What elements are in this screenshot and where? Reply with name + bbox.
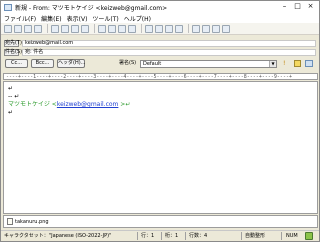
bcc-button[interactable]: Bcc... <box>31 59 54 68</box>
options-icon[interactable] <box>222 24 230 33</box>
status-divider <box>281 232 282 240</box>
status-num: NUM <box>286 233 298 239</box>
close-button[interactable]: × <box>304 2 317 11</box>
address-book-icon[interactable] <box>34 24 42 33</box>
attachment-list: takanuru.png <box>3 215 318 228</box>
send-icon[interactable] <box>4 24 12 33</box>
menu-file[interactable]: ファイル(F) <box>4 14 36 23</box>
message-body[interactable]: ↵ -- ↵ マツモトケイジ <keizweb@gmail.com >↵ ↵ <box>3 81 318 214</box>
header-button[interactable]: ヘッダ(H)... <box>57 59 85 68</box>
align-center-icon[interactable] <box>155 24 163 33</box>
body-line: ↵ <box>8 109 14 116</box>
cc-button[interactable]: Cc... <box>5 59 28 68</box>
status-wrap: 自動整形 <box>245 233 266 239</box>
minimize-button[interactable]: – <box>278 2 291 11</box>
receipt-icon[interactable] <box>305 60 313 67</box>
key-icon[interactable] <box>294 60 301 67</box>
subject-field[interactable]: 宛: 件名 <box>22 48 316 56</box>
image-file-icon <box>7 218 13 225</box>
chevron-down-icon[interactable]: ▼ <box>269 61 276 67</box>
save-icon[interactable] <box>14 24 22 33</box>
signature-email-link[interactable]: keizweb@gmail.com <box>57 101 119 108</box>
align-left-icon[interactable] <box>145 24 153 33</box>
signature-value: Default <box>143 61 162 67</box>
signature-line: マツモトケイジ <keizweb@gmail.com >↵ <box>8 101 130 108</box>
ruler-scale: ----+----1----+----2----+----3----+----4… <box>6 74 292 80</box>
menu-help[interactable]: ヘルプ(H) <box>124 14 151 23</box>
paste-icon[interactable] <box>71 24 79 33</box>
status-charset: キャラクタセット："Japanese (ISO-2022-JP)" <box>4 233 112 239</box>
status-bar: キャラクタセット："Japanese (ISO-2022-JP)" 行：1 桁：… <box>1 230 319 241</box>
priority-icon[interactable]: ! <box>283 60 290 67</box>
indent-icon[interactable] <box>108 24 116 33</box>
header-area: 宛先(T) keizweb@mail.com 件名(S) 宛: 件名 Cc...… <box>1 36 319 71</box>
menu-view[interactable]: 表示(V) <box>67 14 88 23</box>
status-indicator-icon <box>305 232 313 240</box>
window-title: 新規 - From: マツモトケイジ <keizweb@gmail.com> <box>15 4 168 12</box>
undo-icon[interactable] <box>81 24 89 33</box>
signature-end: >↵ <box>118 101 131 108</box>
signature-select[interactable]: Default ▼ <box>140 60 277 68</box>
signature-separator: -- ↵ <box>8 93 20 100</box>
status-divider <box>137 232 138 240</box>
menu-tools[interactable]: ツール(T) <box>92 14 118 23</box>
menu-bar: ファイル(F) 編集(E) 表示(V) ツール(T) ヘルプ(H) <box>1 13 319 23</box>
status-line-count: 行数：4 <box>189 233 208 239</box>
subject-row: 件名(S) 宛: 件名 <box>4 48 316 56</box>
toolbar-separator <box>188 24 189 33</box>
mail-compose-icon <box>4 3 12 11</box>
quote-icon[interactable] <box>98 24 106 33</box>
status-column: 桁：1 <box>165 233 179 239</box>
attachment-filename[interactable]: takanuru.png <box>15 219 49 225</box>
copy-icon[interactable] <box>61 24 69 33</box>
signature-label: 署名(S) <box>119 60 137 66</box>
toolbar-separator <box>141 24 142 33</box>
find-icon[interactable] <box>118 24 126 33</box>
menu-edit[interactable]: 編集(E) <box>41 14 61 23</box>
signature-name: マツモトケイジ < <box>8 101 57 108</box>
sign-icon[interactable] <box>212 24 220 33</box>
column-ruler: ----+----1----+----2----+----3----+----4… <box>3 73 318 80</box>
replace-icon[interactable] <box>128 24 136 33</box>
toolbar <box>1 23 319 35</box>
align-right-icon[interactable] <box>165 24 173 33</box>
status-line: 行：1 <box>141 233 155 239</box>
spell-check-icon[interactable] <box>175 24 183 33</box>
subject-label[interactable]: 件名(S) <box>4 48 22 56</box>
attach-icon[interactable] <box>24 24 32 33</box>
to-field[interactable]: keizweb@mail.com <box>22 39 316 47</box>
status-divider <box>241 232 242 240</box>
to-row: 宛先(T) keizweb@mail.com <box>4 39 316 47</box>
toolbar-separator <box>94 24 95 33</box>
body-line: ↵ <box>8 85 14 92</box>
maximize-button[interactable]: □ <box>291 2 304 11</box>
compose-window: 新規 - From: マツモトケイジ <keizweb@gmail.com> –… <box>0 0 320 242</box>
cut-icon[interactable] <box>51 24 59 33</box>
status-divider <box>185 232 186 240</box>
priority-icon[interactable] <box>192 24 200 33</box>
to-label[interactable]: 宛先(T) <box>4 39 22 47</box>
encrypt-icon[interactable] <box>202 24 210 33</box>
toolbar-separator <box>47 24 48 33</box>
title-bar: 新規 - From: マツモトケイジ <keizweb@gmail.com> –… <box>1 1 319 13</box>
status-divider <box>161 232 162 240</box>
